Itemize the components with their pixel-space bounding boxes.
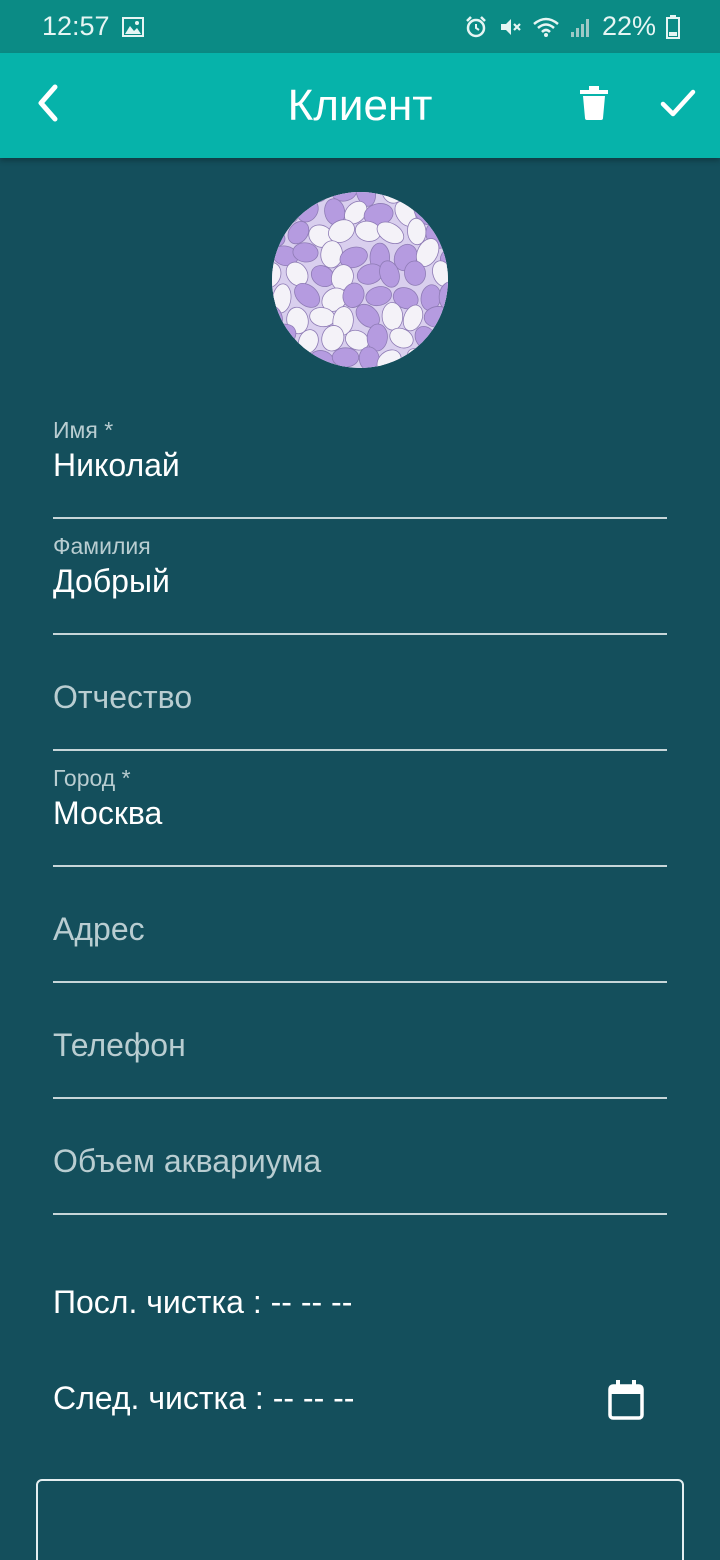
avatar-image: [272, 192, 448, 368]
battery-icon: [666, 14, 680, 39]
mute-icon: [498, 15, 522, 39]
last-name-label: Фамилия: [53, 533, 151, 559]
back-button[interactable]: [8, 53, 88, 158]
status-bar: 12:57 22%: [0, 0, 720, 53]
status-time: 12:57: [42, 11, 110, 41]
patronymic-field[interactable]: Отчество: [53, 635, 667, 751]
city-field[interactable]: Город * Москва: [53, 751, 667, 867]
page-title: Клиент: [287, 80, 433, 130]
chevron-left-icon: [33, 83, 63, 128]
app-bar: Клиент: [0, 53, 720, 158]
patronymic-placeholder: Отчество: [53, 679, 193, 715]
address-field[interactable]: Адрес: [53, 867, 667, 983]
tank-volume-placeholder: Объем аквариума: [53, 1143, 322, 1179]
address-placeholder: Адрес: [53, 911, 145, 947]
save-button[interactable]: [638, 53, 718, 158]
city-value: Москва: [53, 795, 163, 831]
phone-field[interactable]: Телефон: [53, 983, 667, 1099]
battery-percent: 22%: [601, 11, 656, 41]
calendar-button[interactable]: [600, 1374, 652, 1430]
wifi-icon: [532, 16, 560, 38]
city-label: Город *: [53, 765, 131, 791]
first-name-field[interactable]: Имя * Николай: [53, 403, 667, 519]
last-cleaning-text: Посл. чистка : -- -- --: [53, 1284, 353, 1320]
notes-box[interactable]: [36, 1479, 684, 1560]
status-left: 12:57: [42, 11, 144, 42]
last-name-value: Добрый: [53, 563, 170, 599]
first-name-label: Имя *: [53, 417, 114, 443]
status-right: 22%: [464, 11, 680, 42]
last-name-field[interactable]: Фамилия Добрый: [53, 519, 667, 635]
trash-icon: [580, 86, 608, 125]
phone-placeholder: Телефон: [53, 1027, 186, 1063]
calendar-icon: [608, 1379, 644, 1425]
first-name-value: Николай: [53, 447, 180, 483]
next-cleaning-text[interactable]: След. чистка : -- -- --: [53, 1380, 354, 1417]
avatar[interactable]: [272, 192, 448, 368]
image-icon: [121, 16, 144, 37]
check-icon: [660, 88, 696, 123]
delete-button[interactable]: [554, 53, 634, 158]
signal-icon: [570, 16, 592, 38]
tank-volume-field[interactable]: Объем аквариума: [53, 1099, 667, 1215]
alarm-icon: [464, 15, 488, 39]
